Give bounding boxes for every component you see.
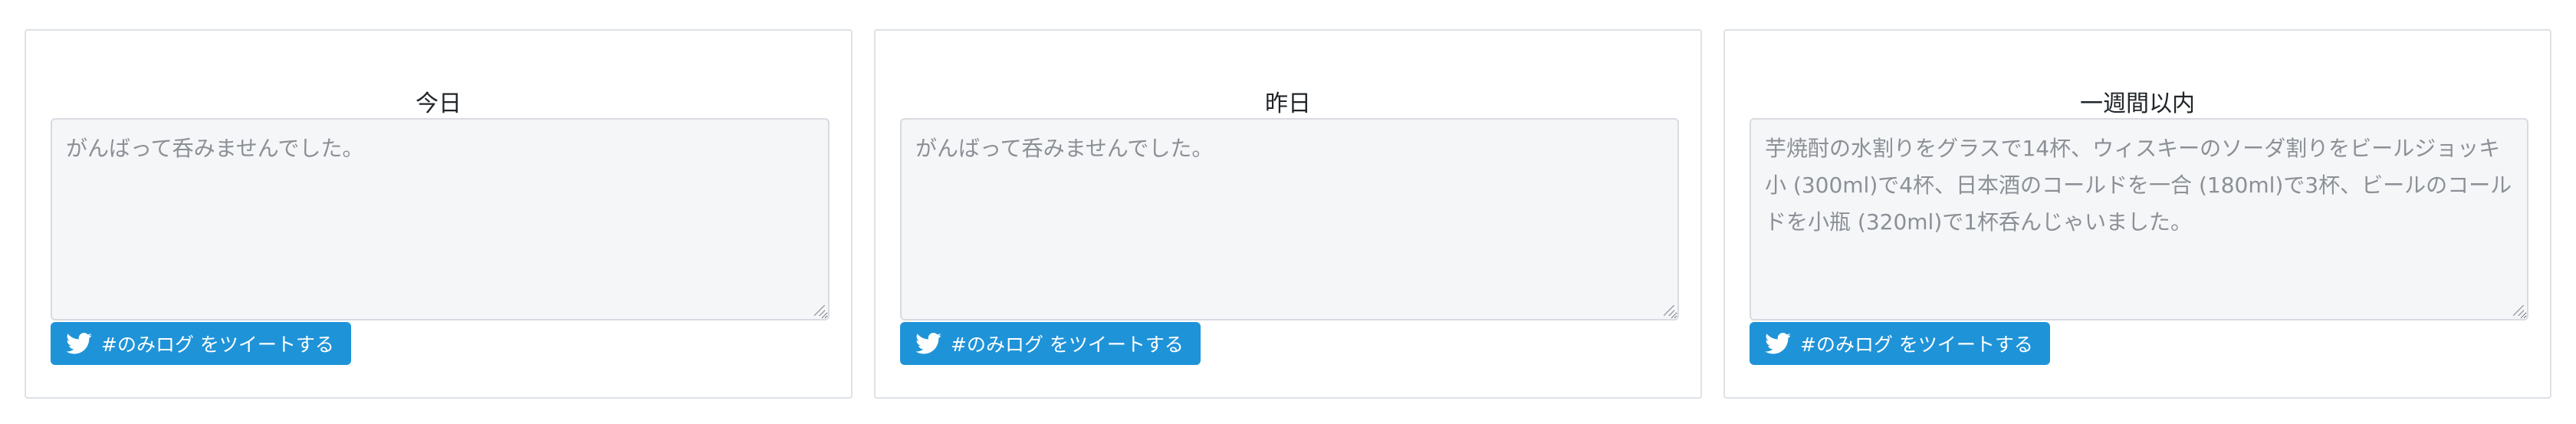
card-today: 今日 がんばって呑みませんでした。 #のみログ をツイートする bbox=[25, 29, 853, 399]
tweet-button-today[interactable]: #のみログ をツイートする bbox=[51, 322, 351, 365]
tweet-textarea-yesterday[interactable]: がんばって呑みませんでした。 bbox=[900, 118, 1679, 320]
card-title-today: 今日 bbox=[416, 90, 462, 117]
period-cards-row: 今日 がんばって呑みませんでした。 #のみログ をツイートする 昨日 がんばって… bbox=[25, 29, 2551, 399]
tweet-button-label: #のみログ をツイートする bbox=[951, 334, 1184, 356]
twitter-bird-icon bbox=[1765, 333, 1791, 354]
twitter-bird-icon bbox=[66, 333, 92, 354]
tweet-button-yesterday[interactable]: #のみログ をツイートする bbox=[900, 322, 1201, 365]
tweet-button-label: #のみログ をツイートする bbox=[101, 334, 334, 356]
tweet-button-within-week[interactable]: #のみログ をツイートする bbox=[1750, 322, 2050, 365]
textarea-resize-handle[interactable] bbox=[1664, 305, 1674, 316]
twitter-bird-icon bbox=[915, 333, 941, 354]
textarea-resize-handle[interactable] bbox=[814, 305, 825, 316]
tweet-textarea-within-week[interactable]: 芋焼酎の水割りをグラスで14杯、ウィスキーのソーダ割りをビールジョッキ 小 (3… bbox=[1750, 118, 2528, 320]
card-title-yesterday: 昨日 bbox=[1265, 90, 1311, 117]
card-title-within-week: 一週間以内 bbox=[2080, 90, 2195, 117]
tweet-textarea-today[interactable]: がんばって呑みませんでした。 bbox=[51, 118, 830, 320]
card-within-week: 一週間以内 芋焼酎の水割りをグラスで14杯、ウィスキーのソーダ割りをビールジョッ… bbox=[1723, 29, 2551, 399]
textarea-resize-handle[interactable] bbox=[2513, 305, 2524, 316]
tweet-button-label: #のみログ をツイートする bbox=[1800, 334, 2033, 356]
card-yesterday: 昨日 がんばって呑みませんでした。 #のみログ をツイートする bbox=[874, 29, 1702, 399]
